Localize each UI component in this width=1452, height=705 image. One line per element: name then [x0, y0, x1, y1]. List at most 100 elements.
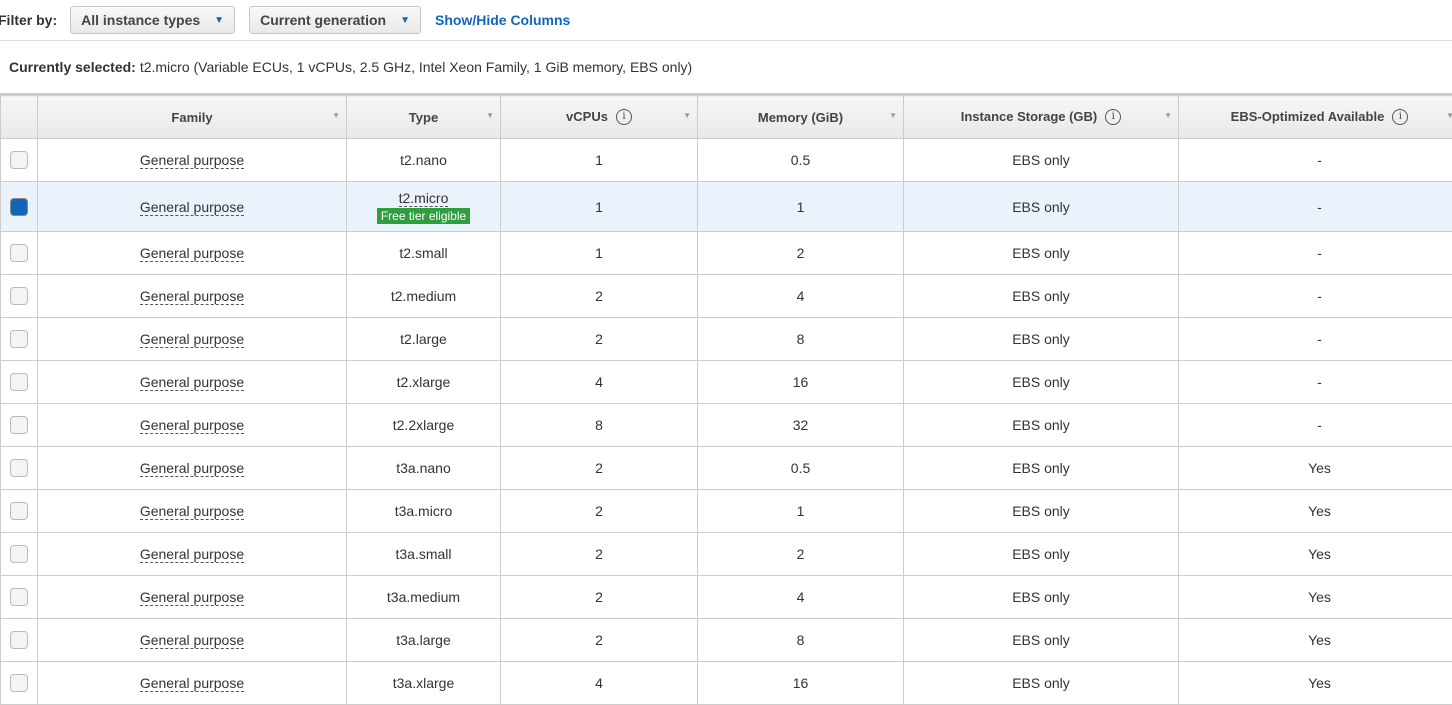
row-checkbox[interactable] — [10, 287, 28, 305]
type-cell: t2.medium — [347, 275, 501, 318]
info-icon[interactable]: i — [616, 109, 632, 125]
table-row[interactable]: General purpose t2.large 2 8 EBS only - — [1, 318, 1452, 361]
row-checkbox[interactable] — [10, 545, 28, 563]
table-row[interactable]: General purpose t2.nano 1 0.5 EBS only - — [1, 139, 1452, 182]
sort-icon[interactable]: ▼ — [486, 111, 494, 120]
table-row[interactable]: General purpose t3a.nano 2 0.5 EBS only … — [1, 447, 1452, 490]
column-header-family[interactable]: Family▼ — [38, 95, 347, 139]
ebs-optimized-cell: Yes — [1179, 662, 1452, 705]
column-header-ebs-optimized[interactable]: EBS-Optimized Availablei▼ — [1179, 95, 1452, 139]
row-checkbox[interactable] — [10, 459, 28, 477]
generation-dropdown[interactable]: Current generation ▼ — [249, 6, 421, 34]
chevron-down-icon: ▼ — [400, 15, 410, 26]
show-hide-columns-link[interactable]: Show/Hide Columns — [435, 12, 570, 28]
row-checkbox[interactable] — [10, 588, 28, 606]
family-cell: General purpose — [38, 182, 347, 232]
row-select-cell[interactable] — [1, 619, 38, 662]
row-select-cell[interactable] — [1, 533, 38, 576]
row-checkbox[interactable] — [10, 330, 28, 348]
family-cell: General purpose — [38, 576, 347, 619]
family-value[interactable]: General purpose — [140, 589, 244, 606]
row-checkbox[interactable] — [10, 244, 28, 262]
ebs-optimized-cell: - — [1179, 139, 1452, 182]
row-checkbox[interactable] — [10, 631, 28, 649]
row-select-cell[interactable] — [1, 576, 38, 619]
family-value[interactable]: General purpose — [140, 546, 244, 563]
family-value[interactable]: General purpose — [140, 460, 244, 477]
row-checkbox[interactable] — [10, 502, 28, 520]
ebs-optimized-cell: - — [1179, 404, 1452, 447]
row-select-cell[interactable] — [1, 662, 38, 705]
storage-cell: EBS only — [904, 182, 1179, 232]
family-value[interactable]: General purpose — [140, 374, 244, 391]
vcpus-cell: 8 — [501, 404, 698, 447]
row-checkbox[interactable] — [10, 151, 28, 169]
family-value[interactable]: General purpose — [140, 245, 244, 262]
row-checkbox[interactable] — [10, 373, 28, 391]
memory-cell: 1 — [698, 490, 904, 533]
memory-cell: 4 — [698, 576, 904, 619]
vcpus-cell: 2 — [501, 619, 698, 662]
table-row[interactable]: General purpose t3a.small 2 2 EBS only Y… — [1, 533, 1452, 576]
row-select-cell[interactable] — [1, 182, 38, 232]
sort-icon[interactable]: ▼ — [889, 111, 897, 120]
family-value[interactable]: General purpose — [140, 288, 244, 305]
info-icon[interactable]: i — [1392, 109, 1408, 125]
family-value[interactable]: General purpose — [140, 417, 244, 434]
family-value[interactable]: General purpose — [140, 331, 244, 348]
family-value[interactable]: General purpose — [140, 152, 244, 169]
type-cell: t3a.medium — [347, 576, 501, 619]
table-row[interactable]: General purpose t2.medium 2 4 EBS only - — [1, 275, 1452, 318]
family-cell: General purpose — [38, 318, 347, 361]
info-icon[interactable]: i — [1105, 109, 1121, 125]
storage-cell: EBS only — [904, 619, 1179, 662]
instance-types-dropdown[interactable]: All instance types ▼ — [70, 6, 235, 34]
row-checkbox[interactable] — [10, 198, 28, 216]
table-row[interactable]: General purpose t2.xlarge 4 16 EBS only … — [1, 361, 1452, 404]
table-row[interactable]: General purpose t3a.large 2 8 EBS only Y… — [1, 619, 1452, 662]
row-select-cell[interactable] — [1, 490, 38, 533]
ebs-optimized-cell: Yes — [1179, 447, 1452, 490]
memory-cell: 2 — [698, 533, 904, 576]
family-cell: General purpose — [38, 662, 347, 705]
column-header-memory[interactable]: Memory (GiB)▼ — [698, 95, 904, 139]
dropdown-value: All instance types — [81, 12, 200, 28]
type-value: t2.2xlarge — [393, 417, 454, 433]
memory-cell: 4 — [698, 275, 904, 318]
row-select-cell[interactable] — [1, 447, 38, 490]
family-value[interactable]: General purpose — [140, 199, 244, 216]
row-select-cell[interactable] — [1, 139, 38, 182]
family-value[interactable]: General purpose — [140, 675, 244, 692]
type-value: t3a.large — [396, 632, 450, 648]
sort-icon[interactable]: ▼ — [1164, 111, 1172, 120]
sort-icon[interactable]: ▼ — [683, 111, 691, 120]
row-select-cell[interactable] — [1, 275, 38, 318]
column-header-instance-storage[interactable]: Instance Storage (GB)i▼ — [904, 95, 1179, 139]
sort-icon[interactable]: ▼ — [1446, 111, 1452, 120]
row-select-cell[interactable] — [1, 361, 38, 404]
table-row[interactable]: General purpose t3a.xlarge 4 16 EBS only… — [1, 662, 1452, 705]
row-select-cell[interactable] — [1, 404, 38, 447]
sort-icon[interactable]: ▼ — [332, 111, 340, 120]
table-row[interactable]: General purpose t3a.micro 2 1 EBS only Y… — [1, 490, 1452, 533]
table-row[interactable]: General purpose t2.small 1 2 EBS only - — [1, 232, 1452, 275]
family-value[interactable]: General purpose — [140, 632, 244, 649]
row-checkbox[interactable] — [10, 674, 28, 692]
column-header-type[interactable]: Type▼ — [347, 95, 501, 139]
vcpus-cell: 2 — [501, 576, 698, 619]
row-select-cell[interactable] — [1, 318, 38, 361]
row-select-cell[interactable] — [1, 232, 38, 275]
chevron-down-icon: ▼ — [214, 15, 224, 26]
dropdown-value: Current generation — [260, 12, 386, 28]
memory-cell: 1 — [698, 182, 904, 232]
storage-cell: EBS only — [904, 232, 1179, 275]
family-value[interactable]: General purpose — [140, 503, 244, 520]
table-row[interactable]: General purpose t2.2xlarge 8 32 EBS only… — [1, 404, 1452, 447]
currently-selected: Currently selected: t2.micro (Variable E… — [0, 41, 1452, 93]
ebs-optimized-cell: Yes — [1179, 490, 1452, 533]
row-checkbox[interactable] — [10, 416, 28, 434]
table-row[interactable]: General purpose t2.microFree tier eligib… — [1, 182, 1452, 232]
table-row[interactable]: General purpose t3a.medium 2 4 EBS only … — [1, 576, 1452, 619]
column-header-vcpus[interactable]: vCPUsi▼ — [501, 95, 698, 139]
ebs-optimized-cell: - — [1179, 182, 1452, 232]
